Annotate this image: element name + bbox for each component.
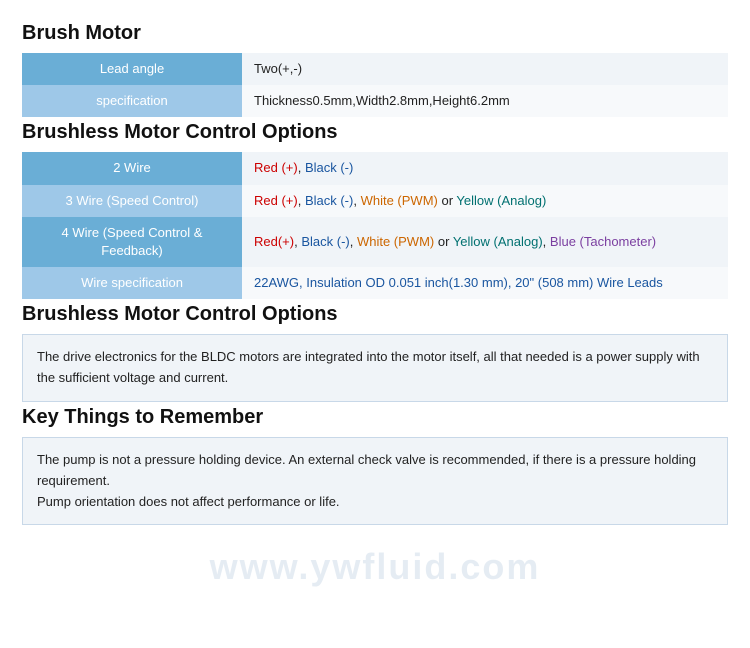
brushless-motor-control-title: Brushless Motor Control Options [22, 121, 728, 144]
table-row: 4 Wire (Speed Control & Feedback) Red(+)… [22, 217, 728, 267]
brushless-motor-desc-title: Brushless Motor Control Options [22, 303, 728, 326]
value-4wire: Red(+), Black (-), White (PWM) or Yellow… [242, 217, 728, 267]
label-lead-angle: Lead angle [22, 53, 242, 85]
value-2wire: Red (+), Black (-) [242, 152, 728, 184]
text-yellow-4w: Yellow (Analog) [453, 234, 543, 249]
key-things-line2: Pump orientation does not affect perform… [37, 492, 713, 513]
text-black-minus: Black (-) [305, 160, 353, 175]
brushless-motor-table: 2 Wire Red (+), Black (-) 3 Wire (Speed … [22, 152, 728, 299]
text-red: Red (+) [254, 193, 298, 208]
label-3wire: 3 Wire (Speed Control) [22, 185, 242, 217]
brushless-motor-desc-box: The drive electronics for the BLDC motor… [22, 334, 728, 402]
text-white-4w: White (PWM) [357, 234, 434, 249]
wire-spec-text: 22AWG, Insulation OD 0.051 inch(1.30 mm)… [254, 275, 663, 290]
text-blue-tach: Blue (Tachometer) [550, 234, 656, 249]
value-lead-angle: Two(+,-) [242, 53, 728, 85]
brush-motor-section: Brush Motor Lead angle Two(+,-) specific… [22, 22, 728, 117]
brush-motor-title: Brush Motor [22, 22, 728, 45]
text-black: Black (-) [305, 193, 353, 208]
text-red-4w: Red(+) [254, 234, 294, 249]
table-row: specification Thickness0.5mm,Width2.8mm,… [22, 85, 728, 117]
key-things-line1: The pump is not a pressure holding devic… [37, 450, 713, 492]
watermark: www.ywfluid.com [210, 546, 541, 588]
table-row: 2 Wire Red (+), Black (-) [22, 152, 728, 184]
table-row: 3 Wire (Speed Control) Red (+), Black (-… [22, 185, 728, 217]
label-2wire: 2 Wire [22, 152, 242, 184]
text-white-pwm: White (PWM) [361, 193, 438, 208]
label-4wire: 4 Wire (Speed Control & Feedback) [22, 217, 242, 267]
key-things-box: The pump is not a pressure holding devic… [22, 437, 728, 525]
label-wire-spec: Wire specification [22, 267, 242, 299]
table-row: Wire specification 22AWG, Insulation OD … [22, 267, 728, 299]
value-3wire: Red (+), Black (-), White (PWM) or Yello… [242, 185, 728, 217]
brush-motor-table: Lead angle Two(+,-) specification Thickn… [22, 53, 728, 117]
text-red-plus: Red (+) [254, 160, 298, 175]
label-specification: specification [22, 85, 242, 117]
key-things-title: Key Things to Remember [22, 406, 728, 429]
brushless-motor-desc-section: Brushless Motor Control Options The driv… [22, 303, 728, 402]
key-things-section: Key Things to Remember The pump is not a… [22, 406, 728, 525]
text-yellow-analog: Yellow (Analog) [456, 193, 546, 208]
brushless-motor-desc-text: The drive electronics for the BLDC motor… [37, 349, 700, 385]
text-black-4w: Black (-) [301, 234, 349, 249]
table-row: Lead angle Two(+,-) [22, 53, 728, 85]
value-specification: Thickness0.5mm,Width2.8mm,Height6.2mm [242, 85, 728, 117]
value-wire-spec: 22AWG, Insulation OD 0.051 inch(1.30 mm)… [242, 267, 728, 299]
brushless-motor-table-section: Brushless Motor Control Options 2 Wire R… [22, 121, 728, 299]
